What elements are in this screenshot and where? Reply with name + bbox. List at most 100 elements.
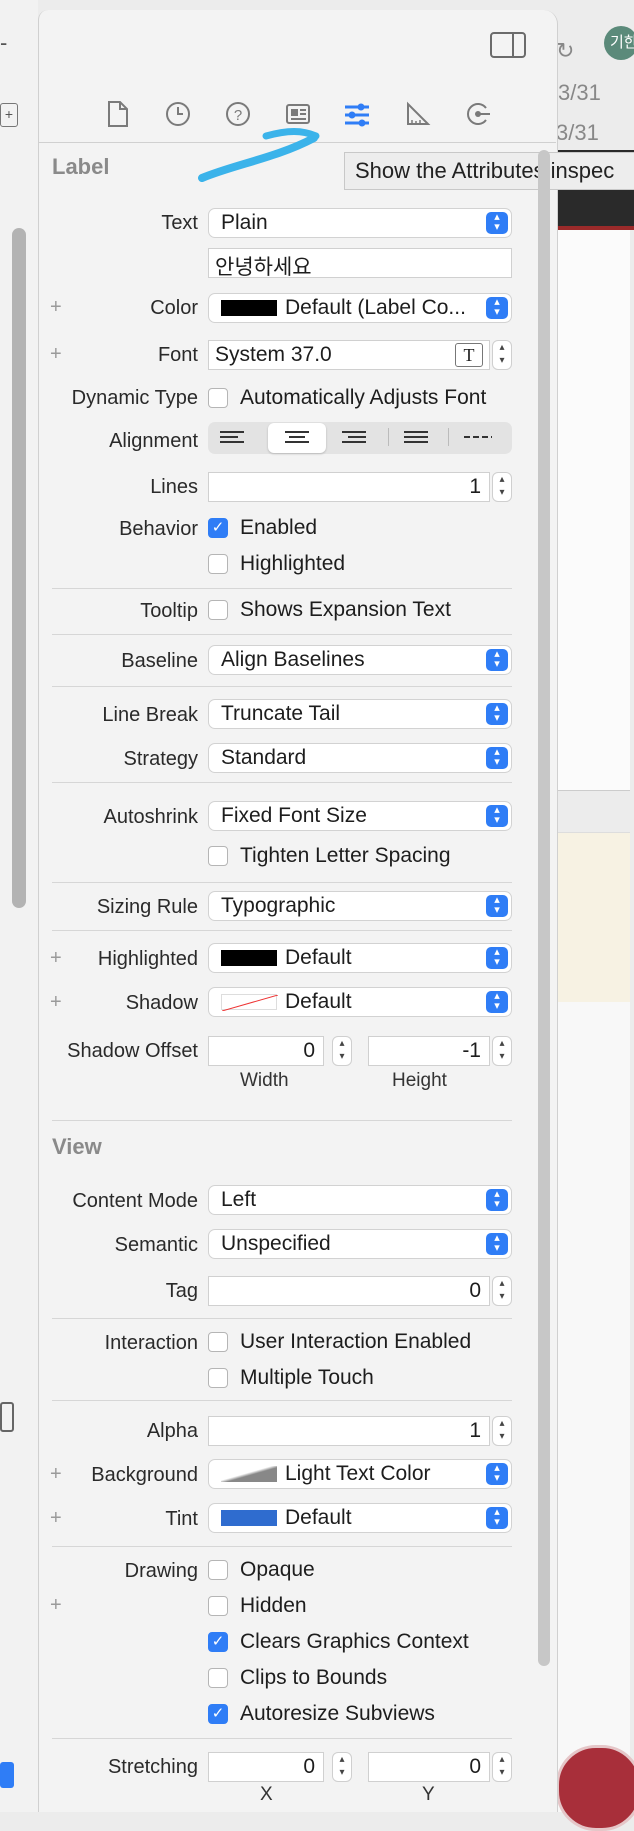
color-popup[interactable]: Default (Label Co... ▴ ▾ <box>208 293 512 323</box>
font-picker-icon[interactable]: T <box>455 343 483 367</box>
tighten-spacing-text: Tighten Letter Spacing <box>240 844 451 867</box>
stretch-x-stepper[interactable]: ▴ ▾ <box>332 1752 352 1782</box>
auto-adjust-font-checkbox[interactable] <box>208 388 228 408</box>
autoshrink-label: Autoshrink <box>103 806 199 828</box>
tint-label: Tint <box>165 1508 198 1530</box>
clears-context-checkbox[interactable]: ✓ <box>208 1632 228 1652</box>
background-swatch <box>221 1466 277 1482</box>
inspector-scrollbar[interactable] <box>538 150 550 1666</box>
connections-inspector-icon[interactable] <box>464 100 492 135</box>
shadow-color-popup[interactable]: Default ▴ ▾ <box>208 987 512 1017</box>
stretch-y-field[interactable]: 0 <box>368 1752 490 1782</box>
hidden-checkbox[interactable] <box>208 1596 228 1616</box>
align-center-icon <box>283 428 311 453</box>
content-mode-popup[interactable]: Left ▴ ▾ <box>208 1185 512 1215</box>
align-natural-icon[interactable] <box>462 428 494 453</box>
text-type-popup[interactable]: Plain ▴ ▾ <box>208 208 512 238</box>
highlighted-swatch <box>221 950 277 966</box>
strategy-popup[interactable]: Standard ▴ ▾ <box>208 743 512 773</box>
line-break-popup[interactable]: Truncate Tail ▴ ▾ <box>208 699 512 729</box>
annotation-stroke <box>198 128 320 182</box>
add-drawing-variation-icon[interactable]: + <box>50 1594 62 1617</box>
highlighted-color-popup[interactable]: Default ▴ ▾ <box>208 943 512 973</box>
file-inspector-icon[interactable] <box>106 100 130 135</box>
popup-arrows-icon: ▴ ▾ <box>486 947 508 969</box>
sidebar-toggle-icon[interactable] <box>490 32 526 58</box>
line-break-label: Line Break <box>102 704 198 726</box>
alpha-field[interactable]: 1 <box>208 1416 490 1446</box>
align-justify-icon[interactable] <box>402 428 430 453</box>
tooltip-label: Tooltip <box>140 600 198 622</box>
sizing-rule-popup[interactable]: Typographic ▴ ▾ <box>208 891 512 921</box>
opaque-text: Opaque <box>240 1558 315 1581</box>
popup-arrows-icon: ▴ ▾ <box>486 212 508 234</box>
height-caption: Height <box>392 1070 447 1091</box>
content-mode-value: Left <box>221 1188 257 1211</box>
avatar[interactable]: 기한 <box>604 26 634 60</box>
font-value: System 37.0 <box>215 343 332 366</box>
strategy-label: Strategy <box>123 748 198 770</box>
size-inspector-icon[interactable] <box>404 100 432 135</box>
shadow-height-stepper[interactable]: ▴ ▾ <box>492 1036 512 1066</box>
tint-swatch <box>221 1510 277 1526</box>
canvas-beige-card <box>556 832 630 1004</box>
clips-bounds-checkbox[interactable] <box>208 1668 228 1688</box>
history-inspector-icon[interactable] <box>164 100 192 135</box>
highlighted-color-value: Default <box>285 946 352 969</box>
align-left-icon[interactable] <box>218 428 246 453</box>
autoshrink-value: Fixed Font Size <box>221 804 367 827</box>
alignment-segmented-control <box>208 422 512 454</box>
view-section-title: View <box>52 1134 102 1159</box>
selection-indicator <box>0 1762 14 1788</box>
alpha-label: Alpha <box>146 1420 198 1442</box>
content-mode-label: Content Mode <box>72 1190 198 1212</box>
highlighted-checkbox[interactable] <box>208 554 228 574</box>
shadow-width-value: 0 <box>303 1039 315 1062</box>
shadow-width-field[interactable]: 0 <box>208 1036 324 1066</box>
alignment-label: Alignment <box>109 430 198 452</box>
tint-popup[interactable]: Default ▴ ▾ <box>208 1503 512 1533</box>
align-right-icon[interactable] <box>340 428 368 453</box>
svg-text:?: ? <box>234 107 242 124</box>
divider <box>52 1400 512 1401</box>
stretch-x-field[interactable]: 0 <box>208 1752 324 1782</box>
semantic-popup[interactable]: Unspecified ▴ ▾ <box>208 1229 512 1259</box>
expansion-text-checkbox[interactable] <box>208 600 228 620</box>
add-icon[interactable]: + <box>0 103 18 127</box>
divider <box>52 882 512 883</box>
baseline-popup[interactable]: Align Baselines ▴ ▾ <box>208 645 512 675</box>
divider <box>52 1546 512 1547</box>
shadow-width-stepper[interactable]: ▴ ▾ <box>332 1036 352 1066</box>
popup-arrows-icon: ▴ ▾ <box>486 747 508 769</box>
tag-label: Tag <box>165 1280 198 1302</box>
stretch-y-stepper[interactable]: ▴ ▾ <box>492 1752 512 1782</box>
align-center-button[interactable] <box>268 423 326 453</box>
attributes-inspector-icon[interactable] <box>342 100 372 137</box>
popup-arrows-icon: ▴ ▾ <box>486 805 508 827</box>
divider <box>52 782 512 783</box>
popup-arrows-icon: ▴ ▾ <box>486 649 508 671</box>
shadow-height-field[interactable]: -1 <box>368 1036 490 1066</box>
font-size-stepper[interactable]: ▴ ▾ <box>492 340 512 370</box>
popup-arrows-icon: ▴ ▾ <box>486 297 508 319</box>
left-scrollbar[interactable] <box>12 228 26 908</box>
autoshrink-popup[interactable]: Fixed Font Size ▴ ▾ <box>208 801 512 831</box>
text-content-field[interactable]: 안녕하세요 <box>208 248 512 279</box>
lines-field[interactable]: 1 <box>208 472 490 502</box>
tag-stepper[interactable]: ▴ ▾ <box>492 1276 512 1306</box>
font-field[interactable]: System 37.0 T <box>208 340 490 370</box>
multiple-touch-checkbox[interactable] <box>208 1368 228 1388</box>
dynamic-type-label: Dynamic Type <box>71 387 198 409</box>
background-popup[interactable]: Light Text Color ▴ ▾ <box>208 1459 512 1489</box>
lines-stepper[interactable]: ▴ ▾ <box>492 472 512 502</box>
enabled-checkbox[interactable]: ✓ <box>208 518 228 538</box>
opaque-checkbox[interactable] <box>208 1560 228 1580</box>
refresh-icon[interactable]: ↻ <box>556 38 574 64</box>
alpha-stepper[interactable]: ▴ ▾ <box>492 1416 512 1446</box>
autoresize-checkbox[interactable]: ✓ <box>208 1704 228 1724</box>
stretch-x-value: 0 <box>303 1755 315 1778</box>
tag-field[interactable]: 0 <box>208 1276 490 1306</box>
user-interaction-checkbox[interactable] <box>208 1332 228 1352</box>
popup-arrows-icon: ▴ ▾ <box>486 703 508 725</box>
tighten-spacing-checkbox[interactable] <box>208 846 228 866</box>
